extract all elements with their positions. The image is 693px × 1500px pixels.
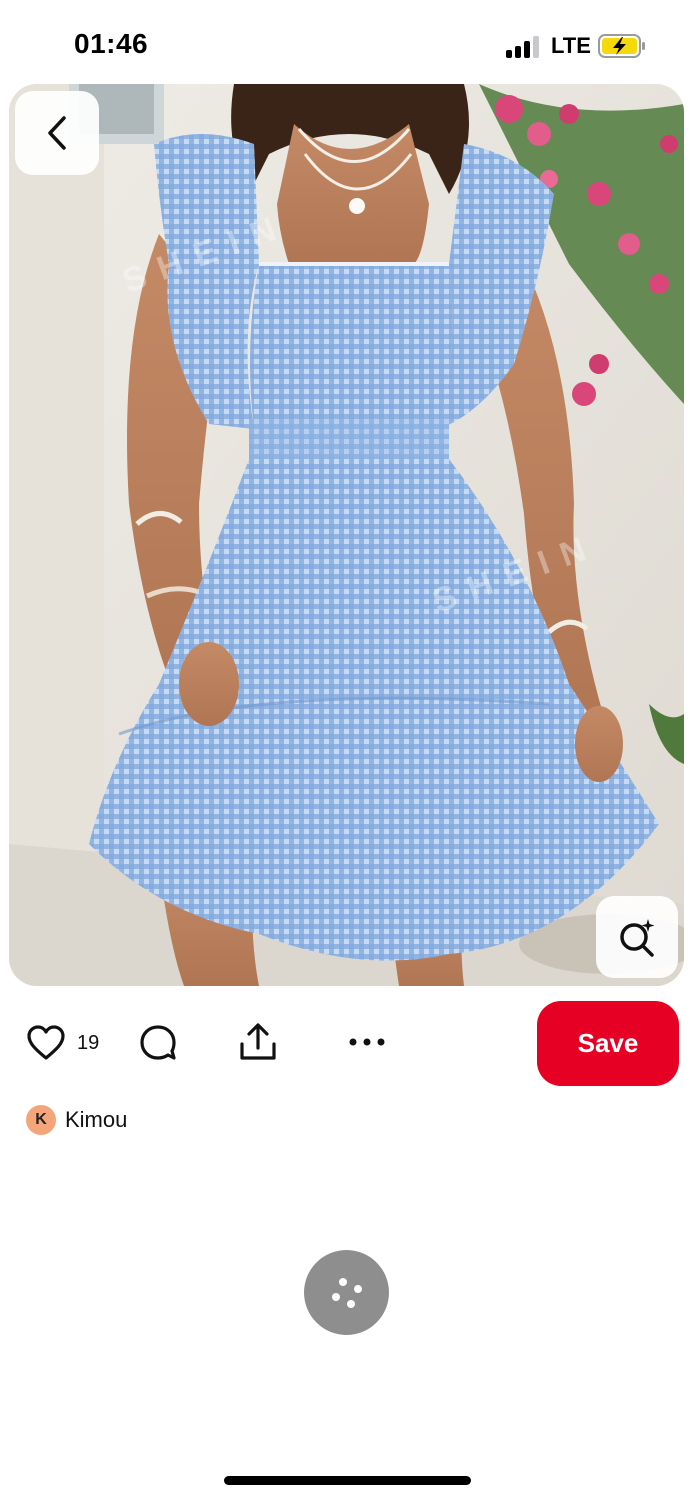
battery-charging-icon	[598, 34, 645, 58]
visual-search-icon	[620, 919, 655, 957]
save-button[interactable]: Save	[537, 1001, 679, 1086]
avatar[interactable]: K	[26, 1105, 56, 1135]
signal-strength-icon	[506, 36, 542, 58]
back-button[interactable]	[15, 91, 99, 175]
share-icon[interactable]	[238, 1022, 278, 1062]
status-time: 01:46	[74, 28, 149, 59]
status-bar: 01:46 LTE	[0, 0, 693, 84]
more-options-fab[interactable]	[304, 1250, 389, 1335]
author-row[interactable]: K Kimou	[26, 1103, 127, 1137]
pin-image[interactable]: SHEIN SHEIN	[9, 84, 684, 986]
home-indicator[interactable]	[224, 1476, 471, 1485]
more-horizontal-icon[interactable]	[348, 1036, 386, 1048]
chevron-left-icon	[48, 116, 66, 150]
network-type: LTE	[551, 33, 591, 58]
like-count: 19	[77, 1032, 100, 1054]
visual-search-button[interactable]	[596, 896, 678, 978]
comment-icon[interactable]	[139, 1024, 177, 1062]
action-row: 19 Save	[0, 1000, 693, 1086]
dots-menu-icon	[331, 1277, 362, 1308]
author-name[interactable]: Kimou	[65, 1107, 127, 1133]
heart-icon[interactable]	[27, 1025, 65, 1061]
